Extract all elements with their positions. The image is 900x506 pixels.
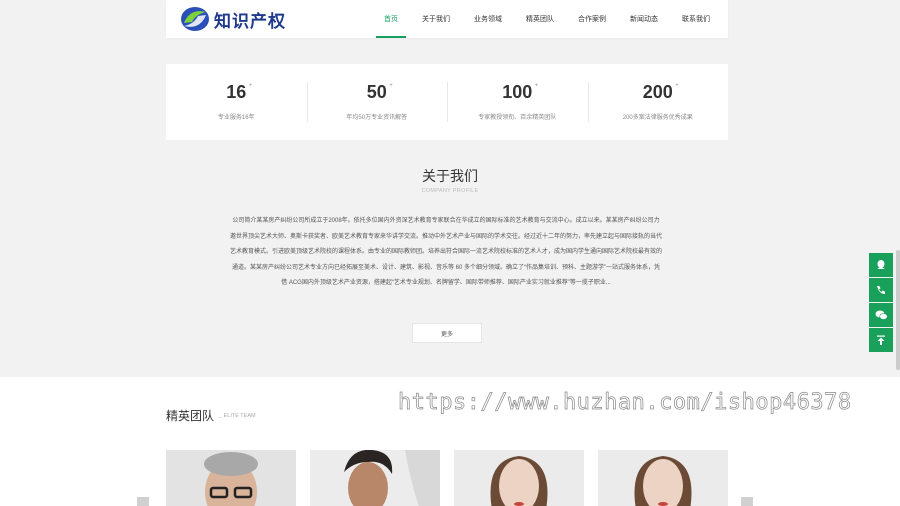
- stats-panel: 16 + 专业服务16年 50 + 年均50万专业资讯解答 100 + 专家教授领衔、…: [166, 64, 728, 140]
- team-subtitle: _ ELITE TEAM: [219, 413, 256, 419]
- phone-icon: [877, 286, 885, 294]
- qq-button[interactable]: [869, 253, 893, 277]
- stat-item: 200 + 200多案法律服务优秀成果: [587, 82, 729, 122]
- nav-news[interactable]: 新闻动态: [618, 0, 670, 38]
- logo[interactable]: 知识产权: [180, 6, 286, 32]
- page-scrollbar[interactable]: [896, 250, 900, 370]
- side-toolbar: [869, 253, 893, 353]
- nav-contact[interactable]: 联系我们: [670, 0, 722, 38]
- watermark-text: https://www.huzhan.com/ishop46378: [398, 390, 852, 416]
- stat-number: 16: [226, 82, 247, 102]
- more-button[interactable]: 更多: [412, 323, 482, 343]
- carousel-next-arrow[interactable]: [741, 497, 753, 506]
- about-title: 关于我们: [422, 168, 478, 184]
- wechat-button[interactable]: [869, 303, 893, 327]
- stat-desc: 专业服务16年: [217, 115, 255, 121]
- nav-team[interactable]: 精英团队: [514, 0, 566, 38]
- nav-cases[interactable]: 合作案例: [566, 0, 618, 38]
- carousel-prev-arrow[interactable]: [137, 497, 149, 506]
- nav-home[interactable]: 首页: [372, 0, 410, 38]
- stat-plus: +: [675, 83, 679, 89]
- team-card[interactable]: [454, 450, 584, 506]
- back-to-top-icon: [877, 335, 885, 345]
- nav-about[interactable]: 关于我们: [410, 0, 462, 38]
- nav-business[interactable]: 业务领域: [462, 0, 514, 38]
- stat-number: 100: [502, 82, 533, 102]
- stat-plus: +: [534, 83, 539, 89]
- team-card[interactable]: [310, 450, 440, 506]
- team-photo: [166, 450, 296, 506]
- stat-item: 16 + 专业服务16年: [166, 82, 307, 122]
- about-text: 公司简介某某房产纠纷公司所成立于2008年。依托多位国内外资深艺术教育专家联合在…: [230, 218, 663, 286]
- wechat-icon: [875, 310, 888, 320]
- phone-button[interactable]: [869, 278, 893, 302]
- logo-text: 知识产权: [214, 11, 286, 32]
- stat-desc: 年均50万专业资讯解答: [346, 115, 408, 121]
- team-card[interactable]: [598, 450, 728, 506]
- stat-plus: +: [389, 83, 393, 89]
- team-photo: [454, 450, 584, 506]
- stat-item: 100 + 专家教授领衔、百余精英团队: [447, 82, 588, 122]
- about-subtitle: COMPANY PROFILE: [421, 188, 479, 194]
- qq-icon: [877, 260, 885, 269]
- back-to-top-button[interactable]: [869, 328, 893, 352]
- team-title: 精英团队: [166, 409, 215, 423]
- stat-number: 200: [642, 82, 673, 102]
- site-header: 知识产权 首页 关于我们 业务领域 精英团队 合作案例 新闻动态 联系我们: [166, 0, 728, 38]
- stat-plus: +: [248, 83, 253, 89]
- stat-desc: 专家教授领衔、百余精英团队: [478, 115, 557, 121]
- logo-icon: [180, 6, 210, 32]
- team-card[interactable]: [166, 450, 296, 506]
- team-section: 精英团队 _ ELITE TEAM https://www.huzhan.com…: [0, 377, 900, 506]
- stat-number: 50: [366, 82, 387, 102]
- stat-desc: 200多案法律服务优秀成果: [622, 115, 693, 121]
- stat-item: 50 + 年均50万专业资讯解答: [306, 82, 448, 122]
- main-nav: 首页 关于我们 业务领域 精英团队 合作案例 新闻动态 联系我们: [372, 0, 722, 38]
- team-photo: [598, 450, 728, 506]
- team-photo: [310, 450, 440, 506]
